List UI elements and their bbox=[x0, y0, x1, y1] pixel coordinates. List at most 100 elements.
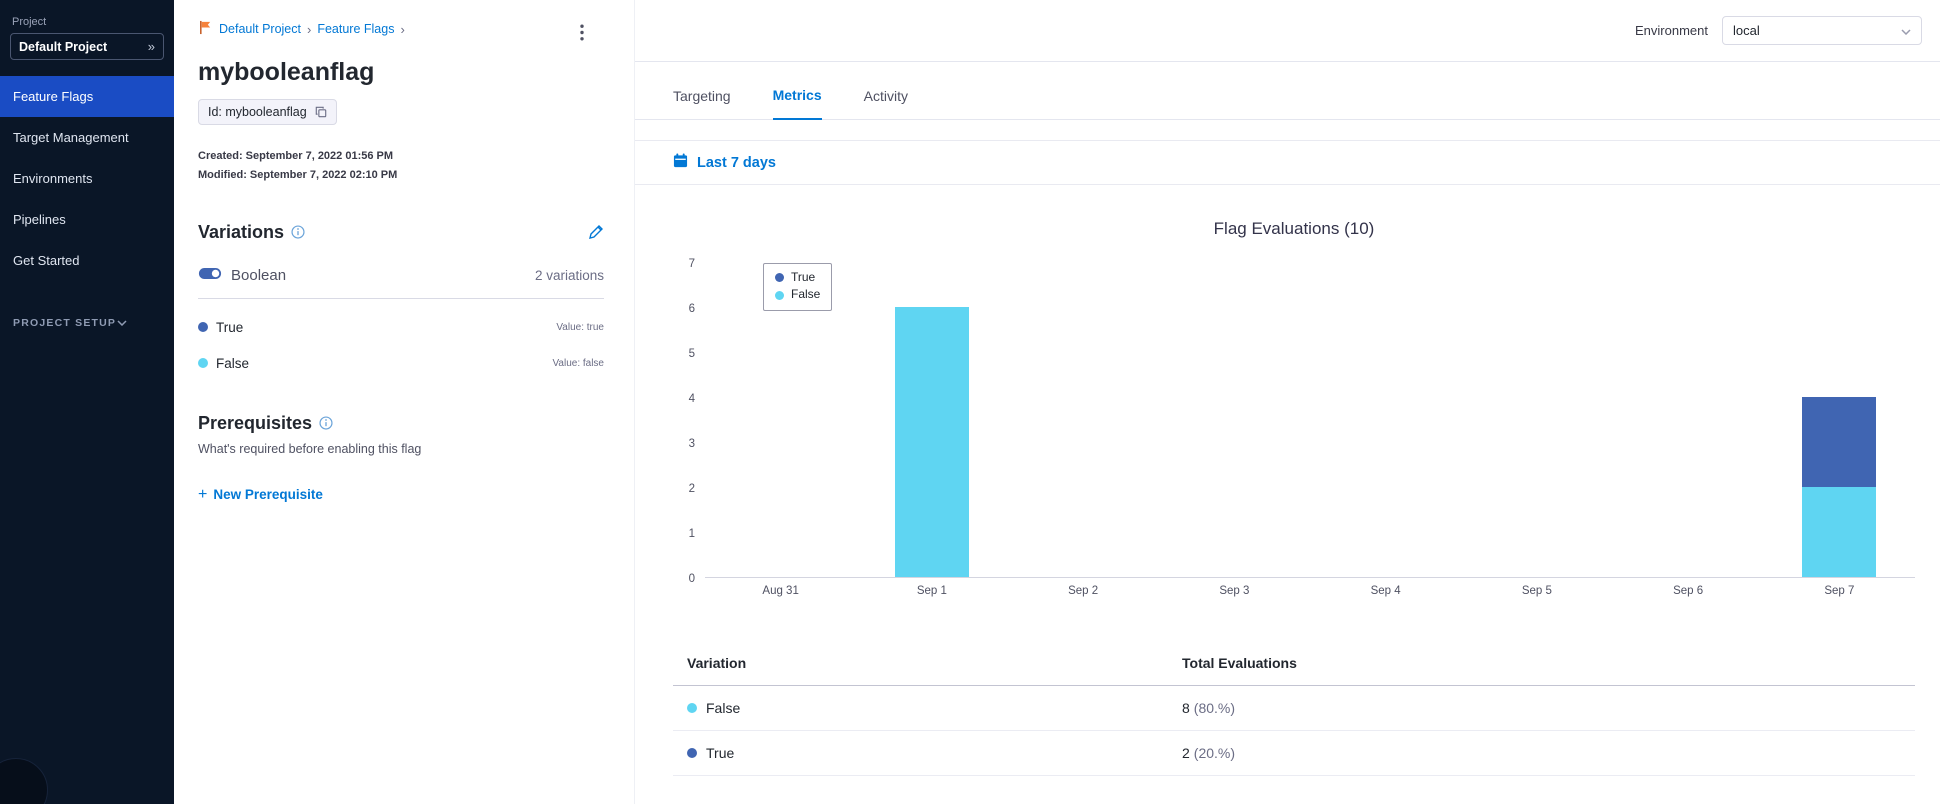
sidebar-item-pipelines[interactable]: Pipelines bbox=[0, 199, 174, 240]
y-tick-label: 6 bbox=[688, 303, 695, 315]
new-prerequisite-label: New Prerequisite bbox=[213, 487, 323, 502]
project-setup-toggle[interactable]: PROJECT SETUP bbox=[0, 317, 140, 329]
breadcrumb-project-link[interactable]: Default Project bbox=[219, 22, 301, 36]
evaluations-table: Variation Total Evaluations False 8 (80.%… bbox=[673, 641, 1915, 776]
flag-evaluations-chart: Flag Evaluations (10) 0 1 2 3 4 5 6 7 True Fals… bbox=[673, 219, 1915, 611]
x-tick-label: Sep 5 bbox=[1521, 585, 1552, 597]
info-icon[interactable] bbox=[319, 416, 333, 430]
calendar-icon bbox=[673, 153, 688, 172]
x-tick-label: Sep 1 bbox=[916, 585, 947, 597]
variations-title: Variations bbox=[198, 221, 285, 242]
flag-id-text: Id: mybooleanflag bbox=[208, 105, 307, 119]
chevron-down-icon bbox=[117, 317, 127, 329]
variation-row-false: False Value: false bbox=[198, 356, 604, 371]
column-header-total-evaluations: Total Evaluations bbox=[1182, 655, 1297, 671]
table-row-false: False 8 (80.%) bbox=[673, 686, 1915, 731]
project-label: Project bbox=[12, 16, 47, 28]
sidebar-item-environments[interactable]: Environments bbox=[0, 158, 174, 199]
tab-metrics[interactable]: Metrics bbox=[772, 87, 822, 120]
info-icon[interactable] bbox=[291, 225, 305, 239]
chart-plot-area: True False bbox=[705, 263, 1915, 578]
project-selector[interactable]: Default Project » bbox=[10, 33, 164, 60]
project-setup-label: PROJECT SETUP bbox=[13, 317, 117, 329]
x-tick-label: Sep 2 bbox=[1068, 585, 1099, 597]
bar-sep-7 bbox=[1802, 397, 1877, 577]
true-legend-dot bbox=[775, 273, 784, 283]
flag-modified: Modified: September 7, 2022 02:10 PM bbox=[198, 169, 398, 182]
variation-value: Value: true bbox=[556, 321, 604, 333]
x-tick-label: Sep 7 bbox=[1824, 585, 1855, 597]
legend-label: False bbox=[791, 287, 821, 302]
sidebar-item-target-management[interactable]: Target Management bbox=[0, 117, 174, 158]
variation-type-label: Boolean bbox=[231, 267, 287, 284]
x-tick-label: Sep 4 bbox=[1370, 585, 1401, 597]
row-percent: (80.%) bbox=[1193, 700, 1236, 716]
y-tick-label: 5 bbox=[688, 348, 695, 360]
environment-label: Environment bbox=[1635, 23, 1708, 38]
project-expand-icon: » bbox=[147, 39, 155, 54]
y-tick-label: 0 bbox=[688, 573, 695, 585]
environment-bar: Environment local bbox=[635, 0, 1940, 62]
row-variation-name: False bbox=[706, 700, 741, 716]
legend-item-true: True bbox=[775, 269, 820, 286]
bar-segment-false bbox=[894, 307, 969, 577]
y-tick-label: 7 bbox=[688, 258, 695, 270]
prerequisites-description: What's required before enabling this fla… bbox=[198, 441, 422, 456]
x-tick-label: Sep 6 bbox=[1673, 585, 1704, 597]
true-color-dot bbox=[198, 322, 208, 332]
tab-activity[interactable]: Activity bbox=[864, 88, 908, 119]
row-total: 2 bbox=[1182, 745, 1190, 761]
app-root: Project Default Project » Feature Flags … bbox=[0, 0, 1940, 804]
breadcrumb-separator: › bbox=[400, 21, 405, 37]
prerequisites-title: Prerequisites bbox=[198, 412, 313, 433]
variation-name: True bbox=[216, 319, 244, 335]
variation-type-row: Boolean 2 variations bbox=[198, 267, 604, 299]
boolean-toggle-icon bbox=[198, 267, 222, 285]
project-selector-value: Default Project bbox=[19, 39, 108, 54]
row-total: 8 bbox=[1182, 700, 1190, 716]
variation-row-true: True Value: true bbox=[198, 320, 604, 335]
breadcrumb: Default Project › Feature Flags › bbox=[198, 20, 604, 38]
false-legend-dot bbox=[775, 290, 784, 300]
sidebar-item-feature-flags[interactable]: Feature Flags bbox=[0, 76, 174, 117]
variation-count: 2 variations bbox=[534, 268, 604, 283]
chart-x-axis: Aug 31 Sep 1 Sep 2 Sep 3 Sep 4 Sep 5 Sep 6 Sep … bbox=[705, 585, 1915, 611]
legend-label: True bbox=[791, 270, 816, 284]
bar-sep-1 bbox=[894, 307, 969, 577]
breadcrumb-separator: › bbox=[306, 21, 312, 37]
table-header-row: Variation Total Evaluations bbox=[673, 641, 1915, 686]
sidebar-item-get-started[interactable]: Get Started bbox=[0, 240, 174, 281]
x-tick-label: Sep 3 bbox=[1219, 585, 1250, 597]
kebab-menu-icon[interactable] bbox=[574, 22, 590, 48]
flag-name-title: mybooleanflag bbox=[198, 58, 375, 86]
environment-select[interactable]: local bbox=[1722, 16, 1922, 45]
true-color-dot bbox=[687, 748, 697, 758]
flag-detail-panel: Default Project › Feature Flags › mybool… bbox=[174, 0, 634, 804]
tab-targeting[interactable]: Targeting bbox=[673, 88, 731, 119]
new-prerequisite-button[interactable]: + New Prerequisite bbox=[198, 486, 323, 504]
plus-icon: + bbox=[198, 485, 208, 503]
false-color-dot bbox=[687, 703, 697, 713]
environment-selected-value: local bbox=[1733, 23, 1760, 38]
variation-value: Value: false bbox=[552, 357, 604, 369]
breadcrumb-feature-flags-link[interactable]: Feature Flags bbox=[317, 22, 394, 36]
main-panel: Environment local Targeting Metrics Acti… bbox=[634, 0, 1940, 804]
y-tick-label: 3 bbox=[688, 438, 695, 450]
chevron-down-icon bbox=[1901, 23, 1911, 38]
variations-header: Variations bbox=[198, 222, 604, 243]
y-tick-label: 4 bbox=[688, 393, 695, 406]
copy-icon[interactable] bbox=[315, 106, 327, 118]
row-variation-name: True bbox=[706, 745, 735, 761]
flag-id-badge: Id: mybooleanflag bbox=[198, 99, 337, 125]
flag-meta: Created: September 7, 2022 01:56 PM Modi… bbox=[198, 147, 604, 186]
table-row-true: True 2 (20.%) bbox=[673, 731, 1915, 776]
y-tick-label: 2 bbox=[688, 483, 695, 496]
bottom-logo[interactable] bbox=[0, 758, 48, 804]
sidebar-nav: Feature Flags Target Management Environm… bbox=[0, 76, 174, 281]
legend-item-false: False bbox=[775, 286, 820, 303]
date-range-filter[interactable]: Last 7 days bbox=[635, 140, 1940, 185]
edit-variations-icon[interactable] bbox=[588, 224, 604, 240]
bar-segment-true bbox=[1802, 397, 1877, 487]
false-color-dot bbox=[198, 358, 208, 368]
chart-legend: True False bbox=[763, 263, 833, 311]
